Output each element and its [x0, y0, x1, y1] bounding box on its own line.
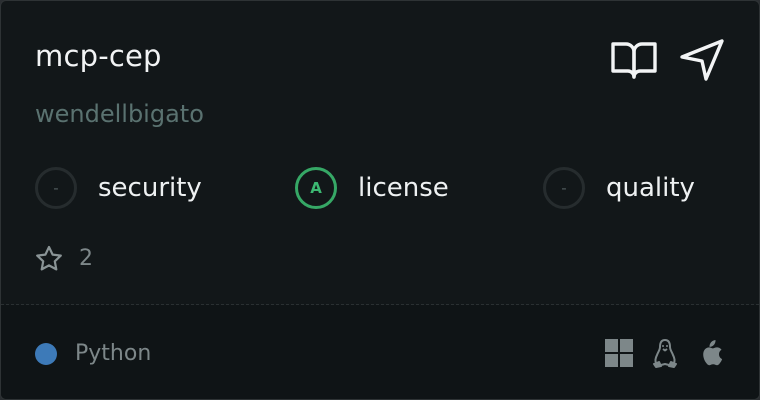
platform-apple [697, 338, 725, 368]
license-label: license [358, 173, 449, 203]
apple-icon [703, 340, 723, 366]
book-icon [611, 42, 657, 79]
platform-linux [651, 338, 679, 368]
send-icon [680, 39, 724, 81]
share-button[interactable] [679, 37, 725, 83]
score-quality[interactable]: - quality [543, 165, 695, 211]
security-grade-badge: - [35, 167, 77, 209]
server-card[interactable]: mcp-cep wendellbigato - security A licen… [0, 0, 760, 400]
star-icon [36, 245, 62, 271]
score-row: - security A license - quality [1, 165, 759, 211]
stars[interactable]: 2 [35, 245, 93, 272]
quality-grade-badge: - [543, 167, 585, 209]
score-license[interactable]: A license [295, 165, 449, 211]
repo-name[interactable]: mcp-cep [35, 39, 162, 73]
license-grade-badge: A [295, 167, 337, 209]
quality-label: quality [606, 173, 695, 203]
platforms [605, 338, 725, 368]
repo-owner[interactable]: wendellbigato [35, 100, 204, 128]
score-security[interactable]: - security [35, 165, 202, 211]
windows-icon [605, 339, 633, 367]
language-name: Python [75, 341, 152, 366]
linux-icon [653, 339, 677, 368]
language: Python [35, 341, 151, 366]
docs-button[interactable] [611, 37, 657, 83]
platform-windows [605, 338, 633, 368]
language-color-dot [35, 342, 57, 365]
card-footer: Python [1, 305, 759, 399]
star-count: 2 [79, 246, 93, 271]
card-actions [611, 37, 725, 83]
security-label: security [98, 173, 202, 203]
